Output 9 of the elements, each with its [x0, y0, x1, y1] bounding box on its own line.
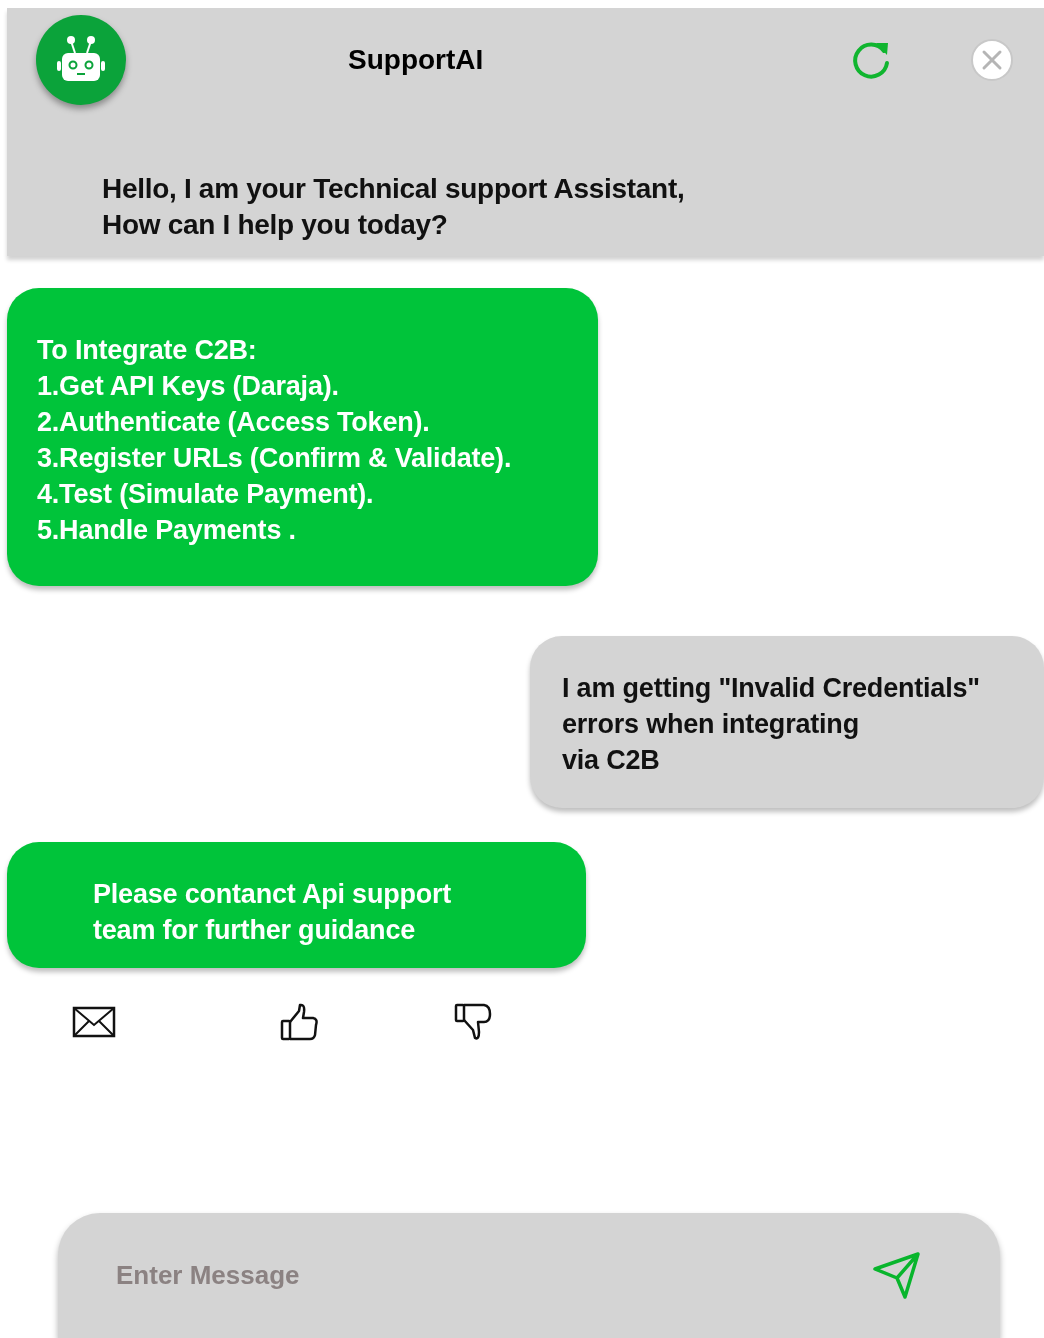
bot-message: To Integrate C2B: 1.Get API Keys (Daraja). 2.Authenticate (Access Token). 3.Register URLs (Confirm & Validate). 4.Test (Simulate Payment). 5.Handle Payments . [7, 288, 598, 586]
thumbs-up-button[interactable] [280, 1002, 320, 1042]
thumbs-down-button[interactable] [454, 1002, 494, 1042]
message-field[interactable]: Enter Message [114, 1259, 872, 1292]
bot-message: Please contanct Api support team for further guidance [7, 842, 586, 968]
app-title: SupportAI [348, 44, 485, 76]
user-message: I am getting "Invalid Credentials" errors when integrating via C2B [530, 636, 1044, 808]
greeting-text: Hello, I am your Technical support Assistant, How can I help you today? [102, 172, 686, 242]
mail-button[interactable] [72, 1006, 116, 1038]
